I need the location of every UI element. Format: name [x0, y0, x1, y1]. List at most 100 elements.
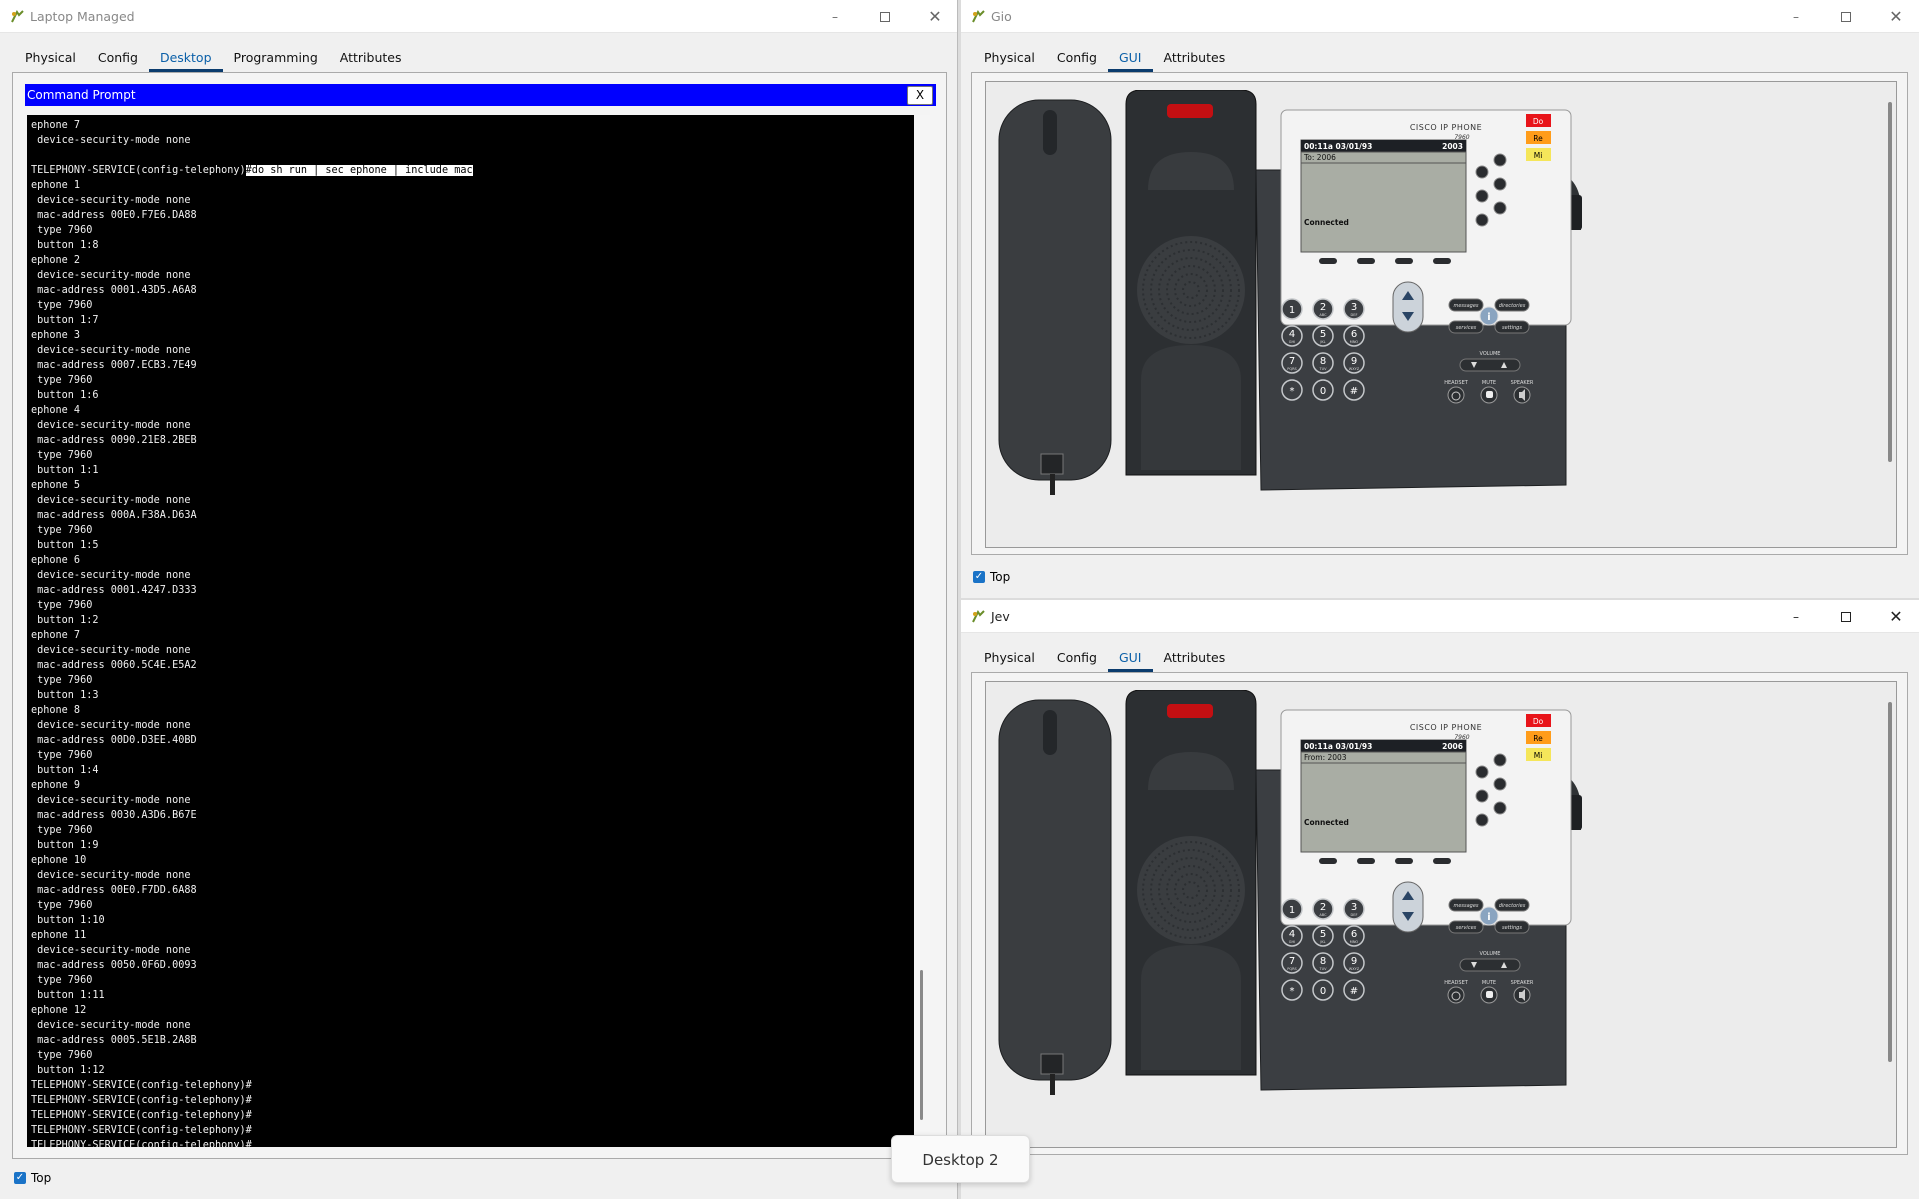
terminal-line: mac-address 0005.5E1B.2A8B — [31, 1035, 197, 1046]
terminal-line: type 7960 — [31, 675, 93, 686]
close-button[interactable]: ✕ — [1871, 0, 1919, 33]
line-button[interactable] — [1493, 201, 1507, 215]
terminal-line: mac-address 0007.ECB3.7E49 — [31, 360, 197, 371]
softkey[interactable] — [1357, 258, 1375, 264]
terminal-line: device-security-mode none — [31, 870, 191, 881]
side-button-label: Do — [1533, 117, 1544, 126]
terminal-line: TELEPHONY-SERVICE(config-telephony)# — [31, 1125, 252, 1136]
minimize-button[interactable]: – — [1771, 0, 1821, 33]
keypad-digit: 9 — [1351, 356, 1357, 367]
lcd-status: Connected — [1304, 818, 1349, 827]
maximize-button[interactable] — [1821, 600, 1871, 633]
side-button-label: Do — [1533, 717, 1544, 726]
maximize-button[interactable] — [860, 0, 910, 33]
window-title: Jev — [991, 609, 1010, 624]
minimize-button[interactable]: – — [810, 0, 860, 33]
line-button[interactable] — [1475, 789, 1489, 803]
tab-attributes[interactable]: Attributes — [329, 48, 413, 72]
jev-window: Jev – ✕ Physical Config GUI Attributes C… — [961, 600, 1919, 1199]
line-button[interactable] — [1475, 765, 1489, 779]
softkey[interactable] — [1395, 258, 1413, 264]
softkey[interactable] — [1433, 858, 1451, 864]
side-button-label: Re — [1533, 734, 1543, 743]
tab-desktop[interactable]: Desktop — [148, 48, 223, 72]
terminal-line: device-security-mode none — [31, 945, 191, 956]
close-button[interactable]: ✕ — [910, 0, 960, 33]
terminal-line: ephone 8 — [31, 705, 81, 716]
bottom-key-headset[interactable] — [1447, 386, 1465, 404]
line-button[interactable] — [1475, 213, 1489, 227]
minimize-button[interactable]: – — [1771, 600, 1821, 633]
line-button[interactable] — [1493, 753, 1507, 767]
ip-phone-7960[interactable]: CISCO IP PHONE 7 9 6 0 00:11a 03/01/93 2003 To:… — [991, 90, 1616, 495]
jev-titlebar[interactable]: Jev – ✕ — [961, 600, 1919, 633]
terminal-line: mac-address 0001.4247.D333 — [31, 585, 197, 596]
volume-rocker[interactable] — [1459, 958, 1521, 972]
line-button[interactable] — [1493, 777, 1507, 791]
nav-rocker — [1392, 881, 1424, 933]
terminal-line: mac-address 0090.21E8.2BEB — [31, 435, 197, 446]
scrollbar-thumb[interactable] — [920, 970, 923, 1120]
tab-gui[interactable]: GUI — [1107, 48, 1153, 72]
top-checkbox[interactable]: ✓ Top — [14, 1171, 51, 1185]
bottom-key-label: MUTE — [1482, 380, 1496, 386]
brand-label: CISCO IP PHONE — [1410, 123, 1482, 132]
tab-physical[interactable]: Physical — [14, 48, 87, 72]
terminal-line: type 7960 — [31, 525, 93, 536]
ip-phone-7960[interactable]: CISCO IP PHONE 7 9 6 0 00:11a 03/01/93 2006 Fro… — [991, 690, 1616, 1095]
top-checkbox[interactable]: ✓ Top — [973, 570, 1010, 584]
terminal-scrollbar[interactable] — [914, 115, 930, 1147]
laptop-titlebar[interactable]: Laptop Managed – ✕ — [0, 0, 957, 33]
keypad-letters: WXYZ — [1349, 367, 1360, 371]
keypad-letters: DEF — [1351, 913, 1358, 917]
softkey[interactable] — [1319, 858, 1337, 864]
function-key-label: directories — [1499, 303, 1526, 309]
maximize-button[interactable] — [1821, 0, 1871, 33]
tab-attributes[interactable]: Attributes — [1153, 48, 1237, 72]
terminal-line: TELEPHONY-SERVICE(config-telephony)# — [31, 1080, 252, 1091]
line-button[interactable] — [1475, 165, 1489, 179]
line-button[interactable] — [1475, 189, 1489, 203]
phone-scrollbar[interactable] — [1888, 102, 1892, 462]
keypad-letters: ABC — [1319, 313, 1327, 317]
tab-physical[interactable]: Physical — [973, 648, 1046, 672]
packet-tracer-app-icon — [972, 10, 985, 23]
close-button[interactable]: ✕ — [1871, 600, 1919, 633]
jev-gui-panel: CISCO IP PHONE 7 9 6 0 00:11a 03/01/93 2006 Fro… — [971, 672, 1908, 1155]
tab-physical[interactable]: Physical — [973, 48, 1046, 72]
softkey[interactable] — [1433, 258, 1451, 264]
tab-config[interactable]: Config — [1046, 648, 1108, 672]
bottom-key-headset[interactable] — [1447, 986, 1465, 1004]
terminal-line: mac-address 000A.F38A.D63A — [31, 510, 197, 521]
function-key-label: directories — [1499, 903, 1526, 909]
line-button[interactable] — [1493, 177, 1507, 191]
keypad-digit: # — [1350, 986, 1358, 997]
line-button[interactable] — [1475, 813, 1489, 827]
checkbox-checked-icon[interactable]: ✓ — [14, 1172, 26, 1184]
message-light — [1167, 104, 1213, 118]
volume-rocker[interactable] — [1459, 358, 1521, 372]
bottom-key-label: HEADSET — [1444, 380, 1469, 386]
terminal-output[interactable]: ephone 7 device-security-mode none TELEP… — [27, 115, 914, 1147]
terminal-line: button 1:9 — [31, 840, 99, 851]
gio-titlebar[interactable]: Gio – ✕ — [961, 0, 1919, 33]
bottom-key-label: HEADSET — [1444, 980, 1469, 986]
phone-scrollbar[interactable] — [1888, 702, 1892, 1062]
keypad-letters: JKL — [1319, 940, 1325, 944]
checkbox-checked-icon[interactable]: ✓ — [973, 571, 985, 583]
keypad-digit: 7 — [1289, 956, 1295, 967]
taskbar-desktop-tooltip[interactable]: Desktop 2 — [891, 1135, 1030, 1183]
command-prompt-close-button[interactable]: X — [907, 86, 933, 105]
terminal-line: type 7960 — [31, 1050, 93, 1061]
tab-attributes[interactable]: Attributes — [1153, 648, 1237, 672]
softkey[interactable] — [1395, 858, 1413, 864]
line-button[interactable] — [1493, 801, 1507, 815]
line-button[interactable] — [1493, 153, 1507, 167]
softkey[interactable] — [1319, 258, 1337, 264]
tab-gui[interactable]: GUI — [1107, 648, 1153, 672]
tab-config[interactable]: Config — [1046, 48, 1108, 72]
tab-programming[interactable]: Programming — [223, 48, 329, 72]
softkey[interactable] — [1357, 858, 1375, 864]
tab-config[interactable]: Config — [87, 48, 149, 72]
